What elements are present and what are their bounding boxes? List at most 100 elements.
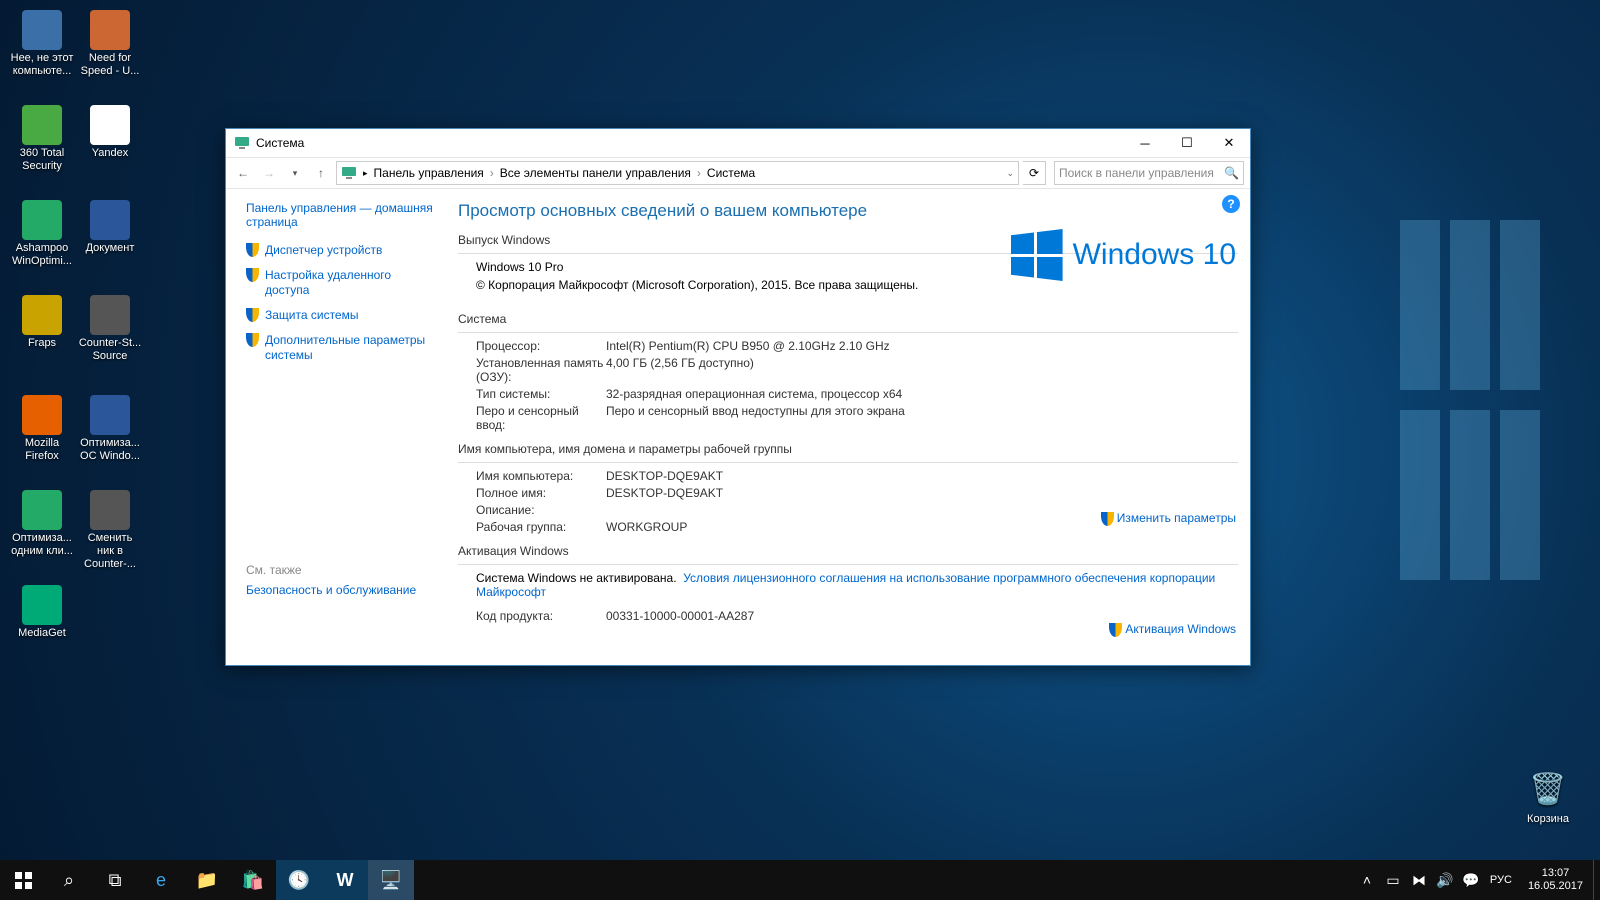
control-panel-home-link[interactable]: Панель управления — домашняя страница — [246, 201, 436, 229]
taskbar-app1[interactable]: 🕓 — [276, 860, 322, 900]
refresh-button[interactable]: ⟳ — [1023, 161, 1046, 185]
desktop-icon[interactable]: Need for Speed - U... — [78, 10, 142, 78]
tray-battery-icon[interactable]: ▭ — [1380, 872, 1406, 889]
trash-icon: 🗑️ — [1528, 767, 1568, 811]
crumb[interactable]: Панель управления — [374, 166, 484, 180]
icon-label: Yandex — [78, 147, 142, 160]
icon-label: Документ — [78, 242, 142, 255]
shield-icon — [246, 333, 259, 347]
see-also-header: См. также — [246, 563, 436, 577]
taskbar-store[interactable]: 🛍️ — [230, 860, 276, 900]
desktop-icon[interactable]: Сменить ник в Counter-... — [78, 490, 142, 571]
activate-windows-link[interactable]: Активация Windows — [1109, 622, 1236, 637]
tray-network-icon[interactable]: ⧓ — [1406, 872, 1432, 889]
change-settings-link[interactable]: Изменить параметры — [1101, 511, 1236, 526]
computer-icon — [234, 135, 250, 151]
app-icon — [22, 10, 62, 50]
help-icon[interactable]: ? — [1222, 195, 1240, 213]
property-value: Перо и сенсорный ввод недоступны для это… — [606, 404, 1238, 432]
tray-language[interactable]: РУС — [1484, 874, 1518, 886]
app-icon — [90, 295, 130, 335]
shield-icon — [1109, 623, 1122, 637]
tray-volume-icon[interactable]: 🔊 — [1432, 872, 1458, 889]
sidebar-item-protection[interactable]: Защита системы — [246, 308, 436, 323]
back-button[interactable]: ← — [232, 162, 254, 184]
app-icon — [90, 395, 130, 435]
property-label: Описание: — [476, 503, 606, 517]
property-value: DESKTOP-DQE9AKT — [606, 469, 1238, 483]
close-button[interactable]: ✕ — [1208, 129, 1250, 157]
desktop-icon[interactable]: Нее, не этот компьюте... — [10, 10, 74, 78]
tray-action-center-icon[interactable]: 💬 — [1458, 872, 1484, 889]
shield-icon — [246, 268, 259, 282]
desktop-icon[interactable]: Fraps — [10, 295, 74, 350]
titlebar[interactable]: Система ─ ☐ ✕ — [226, 129, 1250, 158]
system-window: Система ─ ☐ ✕ ← → ▾ ↑ ▸ Панель управлени… — [225, 128, 1251, 666]
property-label: Процессор: — [476, 339, 606, 353]
app-icon — [90, 10, 130, 50]
taskbar-explorer[interactable]: 📁 — [184, 860, 230, 900]
desktop-icon[interactable]: Yandex — [78, 105, 142, 160]
desktop-icon[interactable]: MediaGet — [10, 585, 74, 640]
wallpaper-accent — [1400, 220, 1540, 580]
sidebar-item-advanced[interactable]: Дополнительные параметры системы — [246, 333, 436, 363]
icon-label: Сменить ник в Counter-... — [78, 532, 142, 571]
crumb[interactable]: Все элементы панели управления — [500, 166, 691, 180]
sidebar-item-remote[interactable]: Настройка удаленного доступа — [246, 268, 436, 298]
page-heading: Просмотр основных сведений о вашем компь… — [458, 201, 1238, 221]
recycle-bin[interactable]: 🗑️ Корзина — [1516, 767, 1580, 825]
taskbar-edge[interactable]: e — [138, 860, 184, 900]
sidebar-item-device-manager[interactable]: Диспетчер устройств — [246, 243, 436, 258]
up-button[interactable]: ↑ — [310, 162, 332, 184]
taskbar-word[interactable]: W — [322, 860, 368, 900]
recycle-label: Корзина — [1516, 813, 1580, 825]
taskbar-system[interactable]: 🖥️ — [368, 860, 414, 900]
tray-clock[interactable]: 13:0716.05.2017 — [1518, 867, 1593, 893]
crumb[interactable]: Система — [707, 166, 755, 180]
section-computer-name: Имя компьютера, имя домена и параметры р… — [458, 442, 1238, 456]
recent-button[interactable]: ▾ — [284, 162, 306, 184]
icon-label: 360 Total Security — [10, 147, 74, 173]
breadcrumb[interactable]: ▸ Панель управления› Все элементы панели… — [336, 161, 1019, 185]
minimize-button[interactable]: ─ — [1124, 129, 1166, 157]
section-activation: Активация Windows — [458, 544, 1238, 558]
icon-label: Counter-St... Source — [78, 337, 142, 363]
app-icon — [90, 200, 130, 240]
task-view-button[interactable]: ⧉ — [92, 860, 138, 900]
desktop-icon[interactable]: Оптимиза... ОС Windo... — [78, 395, 142, 463]
property-label: Полное имя: — [476, 486, 606, 500]
desktop-icon[interactable]: Counter-St... Source — [78, 295, 142, 363]
tray-chevron-icon[interactable]: ˄ — [1354, 872, 1380, 888]
search-input[interactable]: Поиск в панели управления 🔍 — [1054, 161, 1244, 185]
property-row: Тип системы:32-разрядная операционная си… — [476, 387, 1238, 401]
maximize-button[interactable]: ☐ — [1166, 129, 1208, 157]
desktop-icon[interactable]: Mozilla Firefox — [10, 395, 74, 463]
product-id-value: 00331-10000-00001-AA287 — [606, 609, 1238, 623]
desktop-icon[interactable]: 360 Total Security — [10, 105, 74, 173]
see-also-security[interactable]: Безопасность и обслуживание — [246, 583, 436, 597]
sidebar: Панель управления — домашняя страница Ди… — [226, 189, 450, 665]
app-icon — [22, 490, 62, 530]
desktop-icon[interactable]: Ashampoo WinOptimi... — [10, 200, 74, 268]
section-system: Система — [458, 312, 1238, 326]
desktop-icon[interactable]: Документ — [78, 200, 142, 255]
app-icon — [90, 490, 130, 530]
show-desktop-button[interactable] — [1593, 860, 1600, 900]
search-button[interactable]: ⌕ — [46, 860, 92, 900]
app-icon — [22, 585, 62, 625]
start-button[interactable] — [0, 860, 46, 900]
search-placeholder: Поиск в панели управления — [1059, 166, 1214, 180]
property-row: Полное имя:DESKTOP-DQE9AKT — [476, 486, 1238, 500]
content-pane: ? Просмотр основных сведений о вашем ком… — [450, 189, 1250, 665]
property-label: Тип системы: — [476, 387, 606, 401]
nav-toolbar: ← → ▾ ↑ ▸ Панель управления› Все элемент… — [226, 158, 1250, 189]
windows-logo: Windows 10 — [1011, 229, 1236, 281]
property-row: Имя компьютера:DESKTOP-DQE9AKT — [476, 469, 1238, 483]
search-icon: 🔍 — [1224, 166, 1239, 180]
forward-button[interactable]: → — [258, 162, 280, 184]
app-icon — [90, 105, 130, 145]
property-value: 4,00 ГБ (2,56 ГБ доступно) — [606, 356, 1238, 384]
property-row: Процессор:Intel(R) Pentium(R) CPU B950 @… — [476, 339, 1238, 353]
desktop-icon[interactable]: Оптимиза... одним кли... — [10, 490, 74, 558]
windows-icon — [15, 872, 32, 889]
